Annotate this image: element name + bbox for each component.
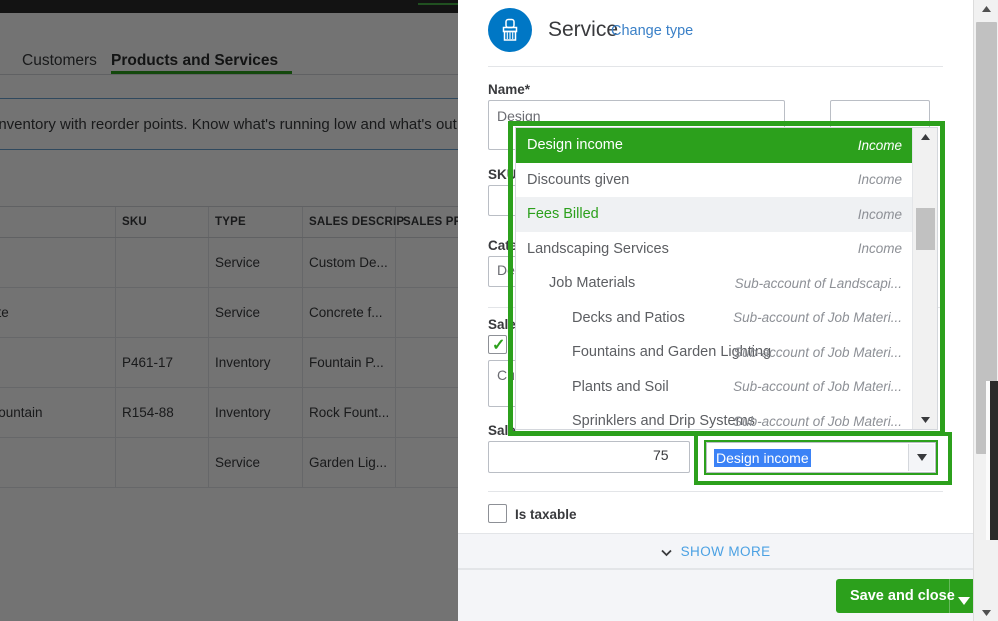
dropdown-option[interactable]: Landscaping Services Income (516, 232, 913, 267)
save-and-close-button[interactable]: Save and close (836, 579, 973, 613)
change-type-link[interactable]: Change type (611, 23, 693, 39)
dropdown-options: Design income Income Discounts given Income… (516, 128, 913, 430)
checkmark-icon: ✓ (492, 337, 505, 354)
caret-down-icon[interactable] (913, 412, 938, 428)
dropdown-option[interactable]: Job Materials Sub-account of Landscapi... (516, 266, 913, 301)
sales-information-checkbox[interactable]: ✓ (488, 335, 507, 354)
viewport-edge-dark (990, 381, 998, 540)
is-taxable-checkbox[interactable] (488, 504, 507, 523)
save-and-close-label: Save and close (850, 588, 955, 604)
dropdown-option-type: Income (858, 207, 902, 222)
category-input-value: De (497, 262, 515, 278)
caret-up-icon[interactable] (913, 129, 938, 145)
dropdown-option-name: Decks and Patios (516, 310, 685, 326)
dropdown-option[interactable]: Decks and Patios Sub-account of Job Mater… (516, 301, 913, 336)
dropdown-option-type: Sub-account of Landscapi... (735, 276, 902, 291)
name-input-value: Design (497, 108, 541, 124)
income-account-select[interactable]: Design income (706, 442, 936, 473)
show-more-label: SHOW MORE (681, 544, 771, 559)
sales-price-value: 75 (653, 447, 669, 463)
sku-label: SKU (488, 167, 517, 182)
chevron-down-icon (660, 549, 671, 557)
show-more-bar: SHOW MORE (458, 533, 973, 569)
dropdown-option[interactable]: Design income Income (516, 128, 913, 163)
dropdown-option-type: Sub-account of Job Materi... (733, 414, 902, 429)
is-taxable-label: Is taxable (515, 507, 577, 522)
dropdown-option-type: Sub-account of Job Materi... (733, 345, 902, 360)
dropdown-option[interactable]: Fees Billed Income (516, 197, 913, 232)
dropdown-scrollbar-thumb[interactable] (916, 208, 935, 250)
dropdown-option[interactable]: Discounts given Income (516, 163, 913, 198)
section-divider-tax (488, 491, 943, 492)
category-label: Cate (488, 238, 517, 253)
sales-price-label: Sale (488, 423, 516, 438)
dropdown-option-type: Income (858, 172, 902, 187)
income-account-dropdown-arrow[interactable] (908, 444, 934, 471)
dropdown-option-type: Income (858, 241, 902, 256)
dropdown-option-type: Sub-account of Job Materi... (733, 310, 902, 325)
show-more-button[interactable]: SHOW MORE (660, 544, 770, 559)
name-label: Name* (488, 82, 530, 97)
dropdown-option-name: Sprinklers and Drip Systems (516, 413, 755, 429)
dropdown-option-name: Fees Billed (516, 206, 599, 222)
dropdown-option-name: Design income (516, 137, 623, 153)
save-button-separator (949, 579, 950, 613)
dropdown-option-name: Discounts given (516, 172, 629, 188)
income-account-selected-value: Design income (714, 449, 811, 467)
dropdown-option-name: Plants and Soil (516, 379, 669, 395)
dropdown-option[interactable]: Sprinklers and Drip SystemsSub-account o… (516, 404, 913, 430)
dropdown-option-type: Income (858, 138, 902, 153)
screenshot-root: Customers Products and Services inventor… (0, 0, 998, 621)
caret-up-icon[interactable] (974, 0, 998, 17)
caret-down-icon[interactable] (958, 592, 970, 610)
dropdown-option-name: Job Materials (516, 275, 635, 291)
header-divider (488, 66, 943, 67)
sales-information-label: Sale (488, 317, 516, 332)
dropdown-option[interactable]: Fountains and Garden LightingSub-account… (516, 335, 913, 370)
paintbrush-icon (488, 8, 532, 52)
dropdown-option-name: Landscaping Services (516, 241, 669, 257)
dropdown-option[interactable]: Plants and Soil Sub-account of Job Materi… (516, 370, 913, 405)
sales-description-value: Cu (497, 367, 515, 383)
modal-header: Service Change type (458, 0, 973, 66)
modal-footer: Save and close (458, 569, 973, 621)
dropdown-scrollbar[interactable] (912, 128, 937, 429)
caret-down-icon[interactable] (974, 604, 998, 621)
modal-title: Service (548, 18, 618, 42)
income-account-dropdown-list[interactable]: Design income Income Discounts given Income… (515, 127, 938, 430)
dropdown-option-type: Sub-account of Job Materi... (733, 379, 902, 394)
